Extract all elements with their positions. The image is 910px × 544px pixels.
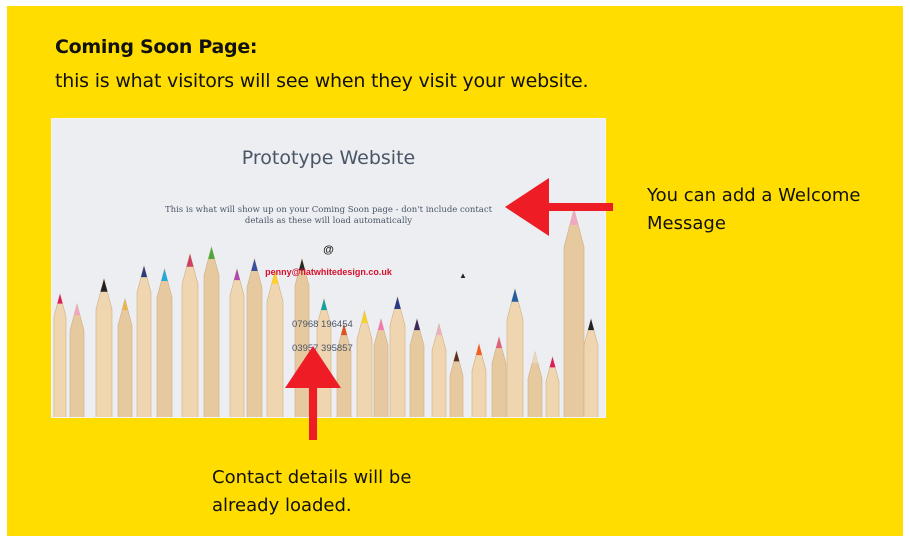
arrow-up-icon xyxy=(285,346,341,440)
slide: Coming Soon Page: this is what visitors … xyxy=(7,6,903,536)
arrow-left-icon xyxy=(505,178,613,236)
callout-arrows xyxy=(285,178,613,440)
